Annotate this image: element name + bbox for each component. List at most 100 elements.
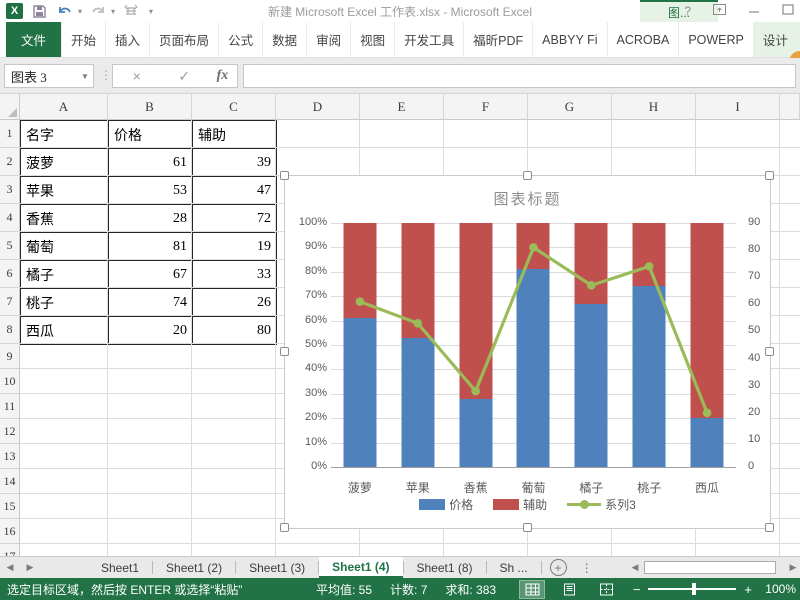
row-header-5[interactable]: 5 xyxy=(0,232,20,260)
chart-selection-handle[interactable] xyxy=(522,171,532,180)
cell[interactable]: 19 xyxy=(192,232,277,261)
name-box[interactable]: 图表 3 ▼ xyxy=(4,64,94,88)
row-header-13[interactable]: 13 xyxy=(0,444,20,469)
customize-qat-icon[interactable]: ▾ xyxy=(149,7,153,16)
help-icon[interactable]: ? xyxy=(684,4,691,18)
tab-8[interactable]: 开发工具 xyxy=(395,22,465,57)
table-borders-icon[interactable] xyxy=(121,2,141,20)
tab-11[interactable]: ACROBA xyxy=(608,22,680,57)
tab-12[interactable]: POWERP xyxy=(679,22,754,57)
cell[interactable]: 67 xyxy=(108,260,193,289)
column-header-D[interactable]: D xyxy=(276,94,360,120)
scroll-right-icon[interactable]: ▶ xyxy=(786,562,800,573)
cell[interactable]: 74 xyxy=(108,288,193,317)
tab-5[interactable]: 数据 xyxy=(263,22,308,57)
sheet-tab-2[interactable]: Sheet1 (2) xyxy=(153,557,235,578)
save-icon[interactable] xyxy=(29,2,49,20)
cell[interactable]: 47 xyxy=(192,176,277,205)
column-header-I[interactable]: I xyxy=(696,94,780,120)
chart-selection-handle[interactable] xyxy=(522,523,532,532)
tab-10[interactable]: ABBYY Fi xyxy=(533,22,608,57)
column-header-B[interactable]: B xyxy=(108,94,192,120)
cell[interactable]: 菠萝 xyxy=(20,148,109,177)
cell[interactable]: 价格 xyxy=(108,120,193,149)
column-header-partial[interactable] xyxy=(780,94,800,120)
add-sheet-icon[interactable]: + xyxy=(549,559,567,576)
sheet-tab-3[interactable]: Sheet1 (3) xyxy=(236,557,318,578)
chart[interactable]: 图表标题 价格 辅助 系列3 100% 90% 80% 70% 60% 50% 40% 30% 20… xyxy=(280,171,774,532)
cell[interactable]: 39 xyxy=(192,148,277,177)
chart-selection-handle[interactable] xyxy=(765,347,774,356)
sheet-tab-6[interactable]: Sh ... xyxy=(487,557,541,578)
column-header-H[interactable]: H xyxy=(612,94,696,120)
row-header-7[interactable]: 7 xyxy=(0,288,20,316)
cell[interactable]: 名字 xyxy=(20,120,109,149)
column-header-F[interactable]: F xyxy=(444,94,528,120)
cell[interactable]: 28 xyxy=(108,204,193,233)
row-header-8[interactable]: 8 xyxy=(0,316,20,344)
cell[interactable]: 香蕉 xyxy=(20,204,109,233)
row-header-2[interactable]: 2 xyxy=(0,148,20,176)
tab-1[interactable]: 开始 xyxy=(62,22,107,57)
column-header-E[interactable]: E xyxy=(360,94,444,120)
horizontal-scrollbar[interactable]: ◀ ▶ xyxy=(628,557,800,577)
row-header-1[interactable]: 1 xyxy=(0,120,20,148)
undo-icon[interactable] xyxy=(55,2,75,20)
sheet-tab-4[interactable]: Sheet1 (4) xyxy=(319,557,403,578)
column-header-G[interactable]: G xyxy=(528,94,612,120)
cell[interactable]: 辅助 xyxy=(192,120,277,149)
tab-file[interactable]: 文件 xyxy=(6,22,63,57)
row-header-10[interactable]: 10 xyxy=(0,369,20,394)
zoom-out-icon[interactable]: − xyxy=(633,582,641,597)
tab-6[interactable]: 审阅 xyxy=(307,22,352,57)
maximize-icon[interactable] xyxy=(782,4,794,18)
row-header-16[interactable]: 16 xyxy=(0,519,20,544)
legend-item-系列3[interactable]: 系列3 xyxy=(567,496,636,513)
view-page-layout-icon[interactable] xyxy=(557,581,581,598)
sheet-nav-left-icon[interactable]: ◀ xyxy=(0,557,20,578)
sheet-tab-5[interactable]: Sheet1 (8) xyxy=(404,557,486,578)
scrollbar-thumb[interactable] xyxy=(644,560,776,574)
cancel-icon[interactable]: × xyxy=(122,68,152,84)
cell[interactable]: 橘子 xyxy=(20,260,109,289)
legend-item-价格[interactable]: 价格 xyxy=(419,496,473,513)
view-page-break-icon[interactable] xyxy=(594,581,618,598)
row-header-14[interactable]: 14 xyxy=(0,469,20,494)
cell[interactable]: 53 xyxy=(108,176,193,205)
tab-contextual-1[interactable]: 设计 xyxy=(753,22,798,57)
cell[interactable]: 桃子 xyxy=(20,288,109,317)
sheet-tabs-more-icon[interactable]: ⋮ xyxy=(581,561,593,575)
cell[interactable]: 20 xyxy=(108,316,193,345)
cell[interactable]: 81 xyxy=(108,232,193,261)
row-header-6[interactable]: 6 xyxy=(0,260,20,288)
ribbon-options-icon[interactable] xyxy=(713,4,726,18)
minimize-icon[interactable] xyxy=(748,4,760,18)
cell[interactable]: 72 xyxy=(192,204,277,233)
legend-item-辅助[interactable]: 辅助 xyxy=(493,496,547,513)
row-header-11[interactable]: 11 xyxy=(0,394,20,419)
zoom-slider-thumb[interactable] xyxy=(692,583,697,595)
row-header-15[interactable]: 15 xyxy=(0,494,20,519)
chart-selection-handle[interactable] xyxy=(765,171,774,180)
sheet-nav-right-icon[interactable]: ▶ xyxy=(20,557,40,578)
excel-logo-icon[interactable]: X xyxy=(6,3,23,19)
tab-2[interactable]: 插入 xyxy=(106,22,151,57)
row-header-12[interactable]: 12 xyxy=(0,419,20,444)
chart-selection-handle[interactable] xyxy=(280,523,289,532)
scroll-left-icon[interactable]: ◀ xyxy=(628,562,642,573)
cell[interactable]: 33 xyxy=(192,260,277,289)
enter-icon[interactable]: ✓ xyxy=(169,68,199,85)
cell[interactable]: 26 xyxy=(192,288,277,317)
row-header-4[interactable]: 4 xyxy=(0,204,20,232)
row-header-17[interactable]: 17 xyxy=(0,544,20,556)
undo-dropdown-icon[interactable]: ▾ xyxy=(78,7,82,16)
tab-7[interactable]: 视图 xyxy=(351,22,396,57)
column-header-C[interactable]: C xyxy=(192,94,276,120)
column-header-A[interactable]: A xyxy=(20,94,108,120)
line-series-系列3[interactable] xyxy=(331,223,736,467)
cell[interactable]: 80 xyxy=(192,316,277,345)
sheet-tab-1[interactable]: Sheet1 xyxy=(88,557,152,578)
chart-legend[interactable]: 价格 辅助 系列3 xyxy=(285,496,770,513)
chart-title[interactable]: 图表标题 xyxy=(285,188,770,209)
cell[interactable]: 葡萄 xyxy=(20,232,109,261)
